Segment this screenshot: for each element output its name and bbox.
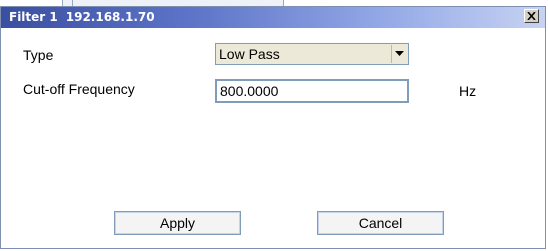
close-icon [527,12,536,20]
cutoff-frequency-input[interactable]: 800.0000 [215,79,409,103]
dialog-title-ip: 192.168.1.70 [65,10,155,24]
close-button[interactable] [524,9,539,23]
frequency-unit: Hz [459,83,477,99]
cutoff-frequency-label: Cut-off Frequency [23,81,135,97]
cancel-button[interactable]: Cancel [317,211,444,235]
chevron-down-icon [395,51,404,56]
dialog-title: Filter 1 192.168.1.70 [9,10,155,24]
screen: Filter 1 192.168.1.70 Type Low Pass Cut-o… [0,0,548,251]
dialog-titlebar[interactable]: Filter 1 192.168.1.70 [1,7,545,28]
dialog-title-name: Filter 1 [9,10,58,24]
filter-dialog: Filter 1 192.168.1.70 Type Low Pass Cut-o… [0,6,546,249]
cutoff-frequency-value: 800.0000 [220,83,279,99]
type-select-value: Low Pass [219,46,280,62]
type-label: Type [23,47,54,63]
apply-button[interactable]: Apply [114,211,241,235]
type-select[interactable]: Low Pass [215,43,409,65]
type-select-arrow[interactable] [391,45,407,63]
